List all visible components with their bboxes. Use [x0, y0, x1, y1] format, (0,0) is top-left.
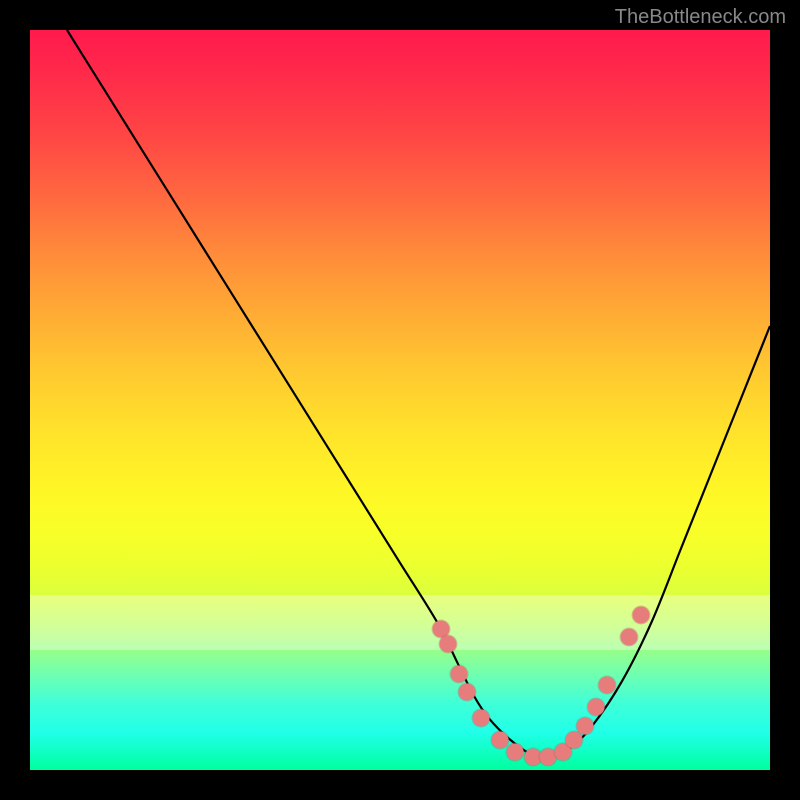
highlight-dot — [458, 684, 475, 701]
highlight-dot — [451, 665, 468, 682]
highlight-dot — [440, 636, 457, 653]
highlight-dots — [30, 30, 770, 770]
highlight-dot — [588, 699, 605, 716]
highlight-dot — [506, 743, 523, 760]
highlight-dot — [599, 676, 616, 693]
chart-plot-area — [30, 30, 770, 770]
attribution-text: TheBottleneck.com — [615, 6, 786, 29]
highlight-dot — [565, 732, 582, 749]
highlight-dot — [577, 717, 594, 734]
highlight-dot — [632, 606, 649, 623]
highlight-dot — [491, 732, 508, 749]
highlight-dot — [621, 628, 638, 645]
highlight-dot — [473, 710, 490, 727]
